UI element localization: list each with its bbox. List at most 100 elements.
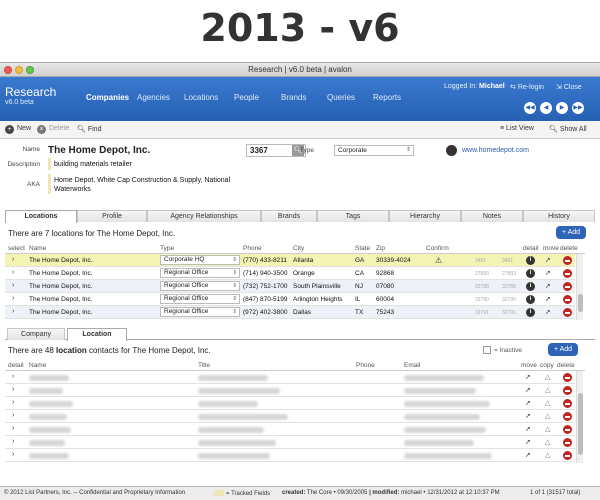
info-icon[interactable]: i	[526, 295, 535, 304]
delete-icon[interactable]	[563, 438, 572, 447]
tab-hierarchy[interactable]: Hierarchy	[389, 210, 461, 222]
minimize-window-button[interactable]	[15, 66, 23, 74]
info-icon[interactable]: i	[526, 269, 535, 278]
website-link[interactable]: www.homedepot.com	[462, 147, 529, 154]
info-icon[interactable]: i	[526, 308, 535, 317]
first-record-icon[interactable]: ◀◀	[524, 102, 536, 114]
copy-icon[interactable]: △	[545, 451, 550, 459]
col-zip[interactable]: Zip	[376, 245, 385, 252]
contacts-scrollbar[interactable]	[576, 371, 583, 463]
relogin-button[interactable]: ⇆ Re-login	[510, 83, 544, 91]
info-icon[interactable]: i	[526, 256, 535, 265]
last-record-icon[interactable]: ▶▶	[572, 102, 584, 114]
col-contact-name[interactable]: Name	[29, 362, 46, 369]
chevron-right-icon[interactable]: ›	[12, 256, 14, 263]
delete-icon[interactable]	[563, 269, 572, 278]
scrollbar-thumb[interactable]	[578, 294, 583, 312]
move-arrow-icon[interactable]: ➚	[545, 256, 551, 264]
add-location-button[interactable]: + Add	[556, 226, 586, 239]
show-all-button[interactable]: 🔍︎ Show All	[549, 125, 587, 133]
zoom-window-button[interactable]	[26, 66, 34, 74]
chevron-right-icon[interactable]: ›	[12, 451, 14, 458]
col-name[interactable]: Name	[29, 245, 46, 252]
copy-icon[interactable]: △	[545, 425, 550, 433]
chevron-right-icon[interactable]: ›	[12, 425, 14, 432]
next-record-icon[interactable]: ▶	[556, 102, 568, 114]
move-arrow-icon[interactable]: ➚	[525, 451, 531, 459]
delete-icon[interactable]	[563, 308, 572, 317]
col-title[interactable]: Title	[198, 362, 210, 369]
chevron-right-icon[interactable]: ›	[12, 282, 14, 289]
move-arrow-icon[interactable]: ➚	[525, 438, 531, 446]
prev-record-icon[interactable]: ◀	[540, 102, 552, 114]
nav-people[interactable]: People	[234, 93, 259, 102]
tab-locations[interactable]: Locations	[5, 210, 77, 223]
table-row[interactable]: › ➚ △	[5, 384, 575, 397]
move-arrow-icon[interactable]: ➚	[525, 399, 531, 407]
tab-company[interactable]: Company	[7, 328, 65, 340]
new-button[interactable]: + New	[5, 125, 31, 134]
add-contact-button[interactable]: + Add	[548, 343, 578, 356]
delete-icon[interactable]	[563, 451, 572, 460]
location-type-select[interactable]: Regional Office	[160, 294, 240, 304]
tab-profile[interactable]: Profile	[77, 210, 147, 222]
delete-icon[interactable]	[563, 386, 572, 395]
move-arrow-icon[interactable]: ➚	[545, 295, 551, 303]
chevron-right-icon[interactable]: ›	[12, 386, 14, 393]
copy-icon[interactable]: △	[545, 412, 550, 420]
nav-agencies[interactable]: Agencies	[137, 93, 170, 102]
nav-reports[interactable]: Reports	[373, 93, 401, 102]
location-type-select[interactable]: Corporate HQ	[160, 255, 240, 265]
col-type[interactable]: Type	[160, 245, 174, 252]
table-row[interactable]: › ➚ △	[5, 410, 575, 423]
info-icon[interactable]: i	[526, 282, 535, 291]
move-arrow-icon[interactable]: ➚	[525, 425, 531, 433]
table-row[interactable]: › ➚ △	[5, 371, 575, 384]
location-type-select[interactable]: Regional Office	[160, 268, 240, 278]
description-field[interactable]: building materials retailer	[54, 161, 132, 168]
move-arrow-icon[interactable]: ➚	[545, 269, 551, 277]
close-window-button[interactable]	[4, 66, 12, 74]
type-select[interactable]: Corporate	[334, 145, 414, 156]
chevron-right-icon[interactable]: ›	[12, 373, 14, 380]
col-city[interactable]: City	[293, 245, 304, 252]
list-view-button[interactable]: ≡ List View	[500, 125, 534, 132]
tab-location[interactable]: Location	[67, 328, 127, 341]
col-state[interactable]: State	[355, 245, 370, 252]
delete-icon[interactable]	[563, 295, 572, 304]
table-row[interactable]: › The Home Depot, Inc. Corporate HQ (770…	[5, 254, 575, 267]
find-button[interactable]: 🔍︎ Find	[77, 125, 101, 133]
tab-agency-relationships[interactable]: Agency Relationships	[147, 210, 261, 222]
delete-icon[interactable]	[563, 282, 572, 291]
scrollbar-thumb[interactable]	[578, 393, 583, 455]
delete-icon[interactable]	[563, 425, 572, 434]
company-name[interactable]: The Home Depot, Inc.	[48, 145, 150, 156]
move-arrow-icon[interactable]: ➚	[545, 308, 551, 316]
table-row[interactable]: › The Home Depot, Inc. Regional Office (…	[5, 267, 575, 280]
chevron-right-icon[interactable]: ›	[12, 308, 14, 315]
tab-brands[interactable]: Brands	[261, 210, 317, 222]
table-row[interactable]: › The Home Depot, Inc. Regional Office (…	[5, 306, 575, 319]
table-row[interactable]: › ➚ △	[5, 449, 575, 462]
col-phone[interactable]: Phone	[243, 245, 262, 252]
chevron-right-icon[interactable]: ›	[12, 438, 14, 445]
chevron-right-icon[interactable]: ›	[12, 295, 14, 302]
nav-companies[interactable]: Companies	[86, 93, 129, 102]
table-row[interactable]: › ➚ △	[5, 423, 575, 436]
close-button[interactable]: ⇲ Close	[556, 83, 582, 91]
nav-brands[interactable]: Brands	[281, 93, 306, 102]
chevron-right-icon[interactable]: ›	[12, 412, 14, 419]
copy-icon[interactable]: △	[545, 373, 550, 381]
aka-field[interactable]: Home Depot, White Cap Construction & Sup…	[54, 176, 244, 194]
delete-icon[interactable]	[563, 399, 572, 408]
nav-queries[interactable]: Queries	[327, 93, 355, 102]
locations-scrollbar[interactable]	[576, 254, 583, 320]
location-type-select[interactable]: Regional Office	[160, 281, 240, 291]
chevron-right-icon[interactable]: ›	[12, 269, 14, 276]
col-email[interactable]: Email	[404, 362, 420, 369]
delete-icon[interactable]	[563, 256, 572, 265]
delete-icon[interactable]	[563, 412, 572, 421]
move-arrow-icon[interactable]: ➚	[545, 282, 551, 290]
delete-icon[interactable]	[563, 373, 572, 382]
table-row[interactable]: › ➚ △	[5, 397, 575, 410]
